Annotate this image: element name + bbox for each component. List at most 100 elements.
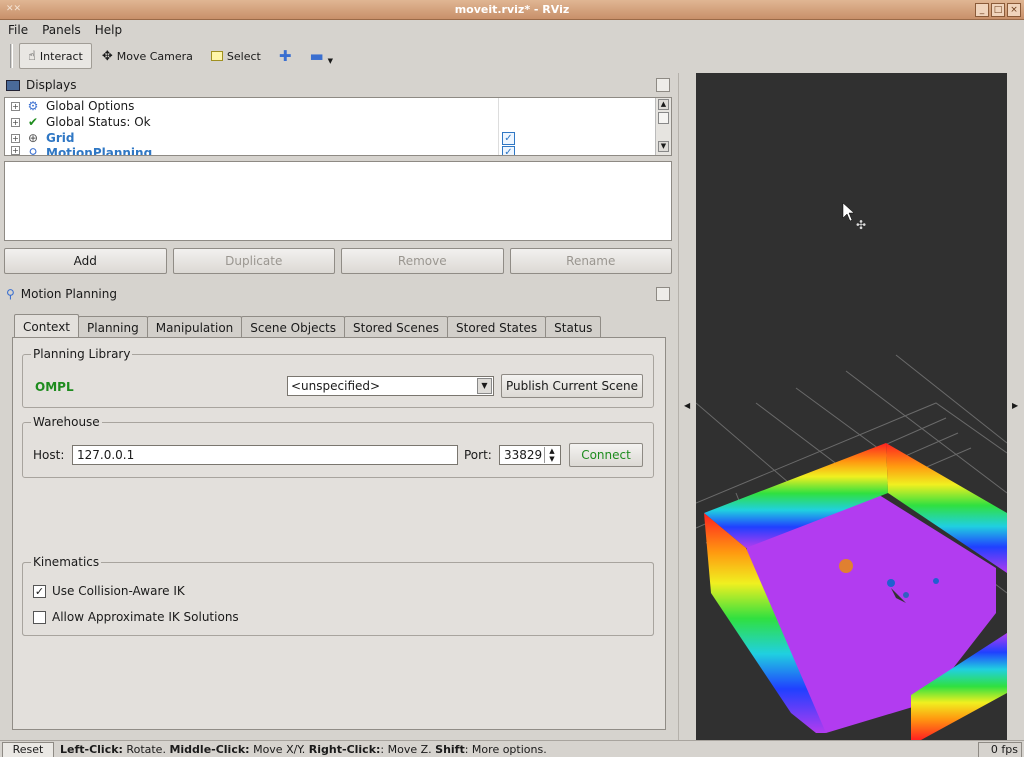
left-dock-area: Displays + ⚙ Global Options + ✔ Global S… (0, 73, 678, 740)
select-tool-button[interactable]: Select (203, 43, 269, 69)
gear-icon: ⚙ (27, 99, 39, 113)
motion-planning-enabled-checkbox[interactable]: ✓ (502, 146, 515, 155)
tool-bar: ☝ Interact ✥ Move Camera Select ✚ ▬ ▼ (0, 40, 1024, 72)
move-camera-tool-button[interactable]: ✥ Move Camera (94, 43, 201, 69)
grid-enabled-checkbox[interactable]: ✓ (502, 131, 515, 145)
scroll-up-icon[interactable]: ▲ (658, 99, 669, 110)
tab-scene-objects[interactable]: Scene Objects (241, 316, 345, 338)
tree-row-global-options[interactable]: + ⚙ Global Options (5, 98, 671, 114)
float-panel-button[interactable] (656, 78, 670, 92)
tree-item-label: Grid (46, 131, 75, 145)
minus-icon: ▬ (309, 47, 324, 65)
collision-aware-ik-checkbox[interactable]: ✓ (33, 584, 46, 598)
context-tab-pane: Planning Library OMPL <unspecified> ▼ Pu… (12, 337, 666, 730)
warehouse-title: Warehouse (31, 415, 102, 429)
float-panel-button[interactable] (656, 287, 670, 301)
port-spinbox[interactable]: 33829 ▲ ▼ (499, 445, 561, 465)
mouse-hint-text: Left-Click: Rotate. Middle-Click: Move X… (60, 743, 547, 756)
object-cluster (887, 579, 895, 587)
motion-planning-tabs: Context Planning Manipulation Scene Obje… (14, 314, 602, 338)
tab-manipulation[interactable]: Manipulation (146, 316, 243, 338)
tree-item-label: MotionPlanning (46, 146, 153, 156)
move-camera-label: Move Camera (116, 49, 193, 63)
right-dock-area[interactable]: ▶ (1007, 73, 1024, 740)
chevron-down-icon[interactable]: ▼ (477, 378, 492, 394)
select-label: Select (226, 49, 261, 63)
toolbar-grip[interactable] (10, 44, 13, 68)
planner-select[interactable]: <unspecified> ▼ (287, 376, 494, 396)
rename-display-button[interactable]: Rename (509, 248, 672, 274)
tab-stored-scenes[interactable]: Stored Scenes (344, 316, 448, 338)
kinematics-group-frame: Kinematics ✓ Use Collision-Aware IK Allo… (22, 555, 654, 636)
window-title: moveit.rviz* - RViz (454, 3, 570, 16)
approx-ik-checkbox[interactable] (33, 610, 46, 624)
hint-text: Rotate. (122, 743, 170, 756)
object-cluster (933, 578, 939, 584)
move-arrows-icon: ✥ (101, 48, 113, 64)
expand-right-icon[interactable]: ▶ (1012, 401, 1018, 410)
add-tool-button[interactable]: ✚ (271, 43, 300, 69)
hint-text: : Move Z. (380, 743, 436, 756)
hint-text: : More options. (464, 743, 547, 756)
collision-aware-ik-row[interactable]: ✓ Use Collision-Aware IK (33, 584, 185, 598)
remove-tool-button[interactable]: ▬ ▼ (301, 43, 341, 69)
robot-arm-icon: ⚲ (28, 146, 38, 156)
menu-panels[interactable]: Panels (42, 23, 81, 37)
port-label: Port: (464, 448, 492, 462)
hint-key: Left-Click: (60, 743, 123, 756)
point-cloud-scene: ✣ (696, 202, 1007, 740)
menu-file[interactable]: File (8, 23, 28, 37)
approx-ik-label: Allow Approximate IK Solutions (52, 610, 239, 624)
planner-select-value: <unspecified> (291, 379, 381, 393)
tab-stored-states[interactable]: Stored States (447, 316, 547, 338)
status-bar: Reset Left-Click: Rotate. Middle-Click: … (0, 740, 1024, 757)
reset-view-button[interactable]: Reset (2, 742, 54, 757)
add-display-button[interactable]: Add (4, 248, 167, 274)
tree-row-global-status[interactable]: + ✔ Global Status: Ok (5, 114, 671, 130)
displays-scrollbar[interactable]: ▲ ▼ (655, 98, 671, 155)
collapse-left-icon[interactable]: ◀ (684, 401, 690, 410)
close-button[interactable]: × (1007, 3, 1021, 17)
remove-display-button[interactable]: Remove (341, 248, 504, 274)
tree-row-grid[interactable]: + ⊕ Grid ✓ (5, 130, 671, 146)
collision-aware-ik-label: Use Collision-Aware IK (52, 584, 185, 598)
approx-ik-row[interactable]: Allow Approximate IK Solutions (33, 610, 239, 624)
planning-library-name: OMPL (35, 380, 74, 394)
publish-current-scene-button[interactable]: Publish Current Scene (501, 374, 643, 398)
tab-planning[interactable]: Planning (78, 316, 148, 338)
hint-key: Right-Click: (308, 743, 381, 756)
kinematics-title: Kinematics (31, 555, 102, 569)
duplicate-display-button[interactable]: Duplicate (172, 248, 335, 274)
hint-key: Middle-Click: (169, 743, 250, 756)
tab-context[interactable]: Context (14, 314, 80, 338)
menu-bar: File Panels Help (0, 20, 1024, 40)
connect-button[interactable]: Connect (569, 443, 643, 467)
3d-viewport[interactable]: ✣ (696, 73, 1007, 740)
minimize-button[interactable]: _ (975, 3, 989, 17)
expand-icon[interactable]: + (11, 133, 20, 143)
scroll-down-icon[interactable]: ▼ (658, 141, 669, 152)
dropdown-arrow-icon: ▼ (327, 57, 334, 65)
tab-status[interactable]: Status (545, 316, 602, 338)
checkmark-icon: ✔ (27, 115, 39, 129)
maximize-button[interactable]: □ (991, 3, 1005, 17)
displays-tree: + ⚙ Global Options + ✔ Global Status: Ok… (4, 97, 672, 156)
menu-help[interactable]: Help (95, 23, 122, 37)
spin-arrows-icon[interactable]: ▲ ▼ (544, 447, 559, 463)
expand-icon[interactable]: + (11, 146, 20, 155)
interact-tool-button[interactable]: ☝ Interact (19, 43, 92, 69)
hint-key: Shift (435, 743, 465, 756)
tree-row-motion-planning[interactable]: + ⚲ MotionPlanning ✓ (5, 146, 671, 156)
planning-library-group: Planning Library OMPL <unspecified> ▼ Pu… (22, 347, 654, 408)
host-input[interactable]: 127.0.0.1 (72, 445, 458, 465)
rotate-cursor-icon: ✣ (856, 218, 866, 232)
expand-icon[interactable]: + (11, 101, 20, 111)
motion-planning-panel-title: Motion Planning (20, 287, 117, 301)
fps-counter: 0 fps (978, 742, 1022, 757)
panel-splitter[interactable]: ◀ (678, 73, 696, 740)
scroll-thumb[interactable] (658, 112, 669, 124)
mouse-cursor-icon (842, 202, 855, 222)
tree-item-label: Global Options (46, 99, 135, 113)
expand-icon[interactable]: + (11, 117, 20, 127)
select-box-icon (210, 51, 223, 61)
